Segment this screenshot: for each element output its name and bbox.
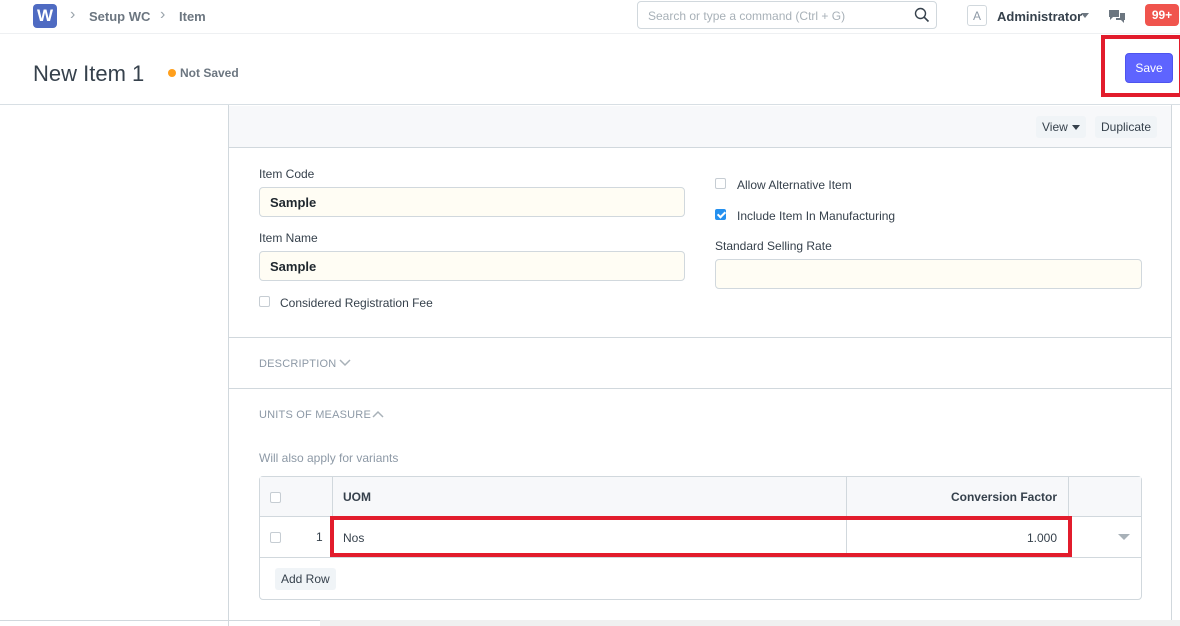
status-dot-icon (168, 69, 176, 77)
user-menu[interactable]: Administrator (997, 9, 1082, 24)
navbar: W › Setup WC › Item Search or type a com… (0, 0, 1180, 34)
allow-alternative-label: Allow Alternative Item (737, 178, 852, 192)
search-input[interactable]: Search or type a command (Ctrl + G) (637, 1, 937, 29)
chat-icon[interactable] (1108, 8, 1126, 24)
status-indicator: Not Saved (180, 66, 239, 80)
item-code-field[interactable]: Sample (259, 187, 685, 217)
add-row-button[interactable]: Add Row (275, 568, 336, 590)
registration-fee-checkbox[interactable] (259, 296, 270, 307)
column-header-uom[interactable]: UOM (343, 490, 371, 504)
allow-alternative-checkbox[interactable] (715, 178, 726, 189)
chevron-right-icon: › (70, 6, 76, 23)
chevron-down-icon[interactable] (339, 359, 351, 367)
breadcrumb-setup-wc[interactable]: Setup WC (89, 9, 150, 24)
chevron-right-icon: › (160, 6, 166, 23)
standard-selling-rate-field[interactable] (715, 259, 1142, 289)
duplicate-button[interactable]: Duplicate (1095, 116, 1158, 138)
view-menu-button[interactable]: View (1036, 116, 1086, 138)
row-highlight-box (330, 516, 1072, 557)
save-highlight-box (1101, 35, 1180, 97)
row-divider (260, 557, 1141, 558)
caret-down-icon (1071, 125, 1080, 131)
caret-down-icon[interactable] (1081, 13, 1089, 18)
layout-divider (1171, 105, 1172, 626)
row-checkbox[interactable] (270, 532, 281, 543)
uom-hint-text: Will also apply for variants (259, 451, 399, 465)
horizontal-scrollbar[interactable] (320, 620, 1180, 626)
select-all-checkbox[interactable] (270, 492, 281, 503)
table-header: UOM Conversion Factor (260, 477, 1141, 517)
row-index: 1 (316, 530, 323, 544)
section-divider (229, 337, 1171, 338)
uom-section-head[interactable]: UNITS OF MEASURE (259, 409, 371, 421)
column-header-conversion-factor[interactable]: Conversion Factor (951, 490, 1057, 504)
search-icon (914, 7, 930, 23)
form-toolbar: View Duplicate (229, 106, 1171, 148)
app-logo[interactable]: W (33, 4, 57, 28)
layout-divider (228, 105, 229, 626)
item-name-label: Item Name (259, 231, 318, 245)
include-manufacturing-label: Include Item In Manufacturing (737, 209, 896, 223)
notification-badge[interactable]: 99+ (1145, 4, 1179, 26)
row-expand-icon[interactable] (1118, 534, 1130, 540)
page-title: New Item 1 (33, 61, 145, 86)
search-placeholder: Search or type a command (Ctrl + G) (648, 9, 846, 23)
breadcrumb-item[interactable]: Item (179, 9, 206, 24)
registration-fee-label: Considered Registration Fee (280, 296, 433, 310)
include-manufacturing-checkbox[interactable] (715, 209, 726, 220)
page-head: New Item 1 Not Saved Save (0, 35, 1180, 105)
view-label: View (1042, 120, 1068, 134)
chevron-up-icon[interactable] (372, 410, 384, 418)
item-code-label: Item Code (259, 167, 315, 181)
item-name-field[interactable]: Sample (259, 251, 685, 281)
description-section-head[interactable]: DESCRIPTION (259, 358, 336, 370)
footer-divider (0, 620, 320, 621)
standard-selling-rate-label: Standard Selling Rate (715, 239, 832, 253)
avatar[interactable]: A (967, 5, 987, 26)
section-divider (229, 388, 1171, 389)
